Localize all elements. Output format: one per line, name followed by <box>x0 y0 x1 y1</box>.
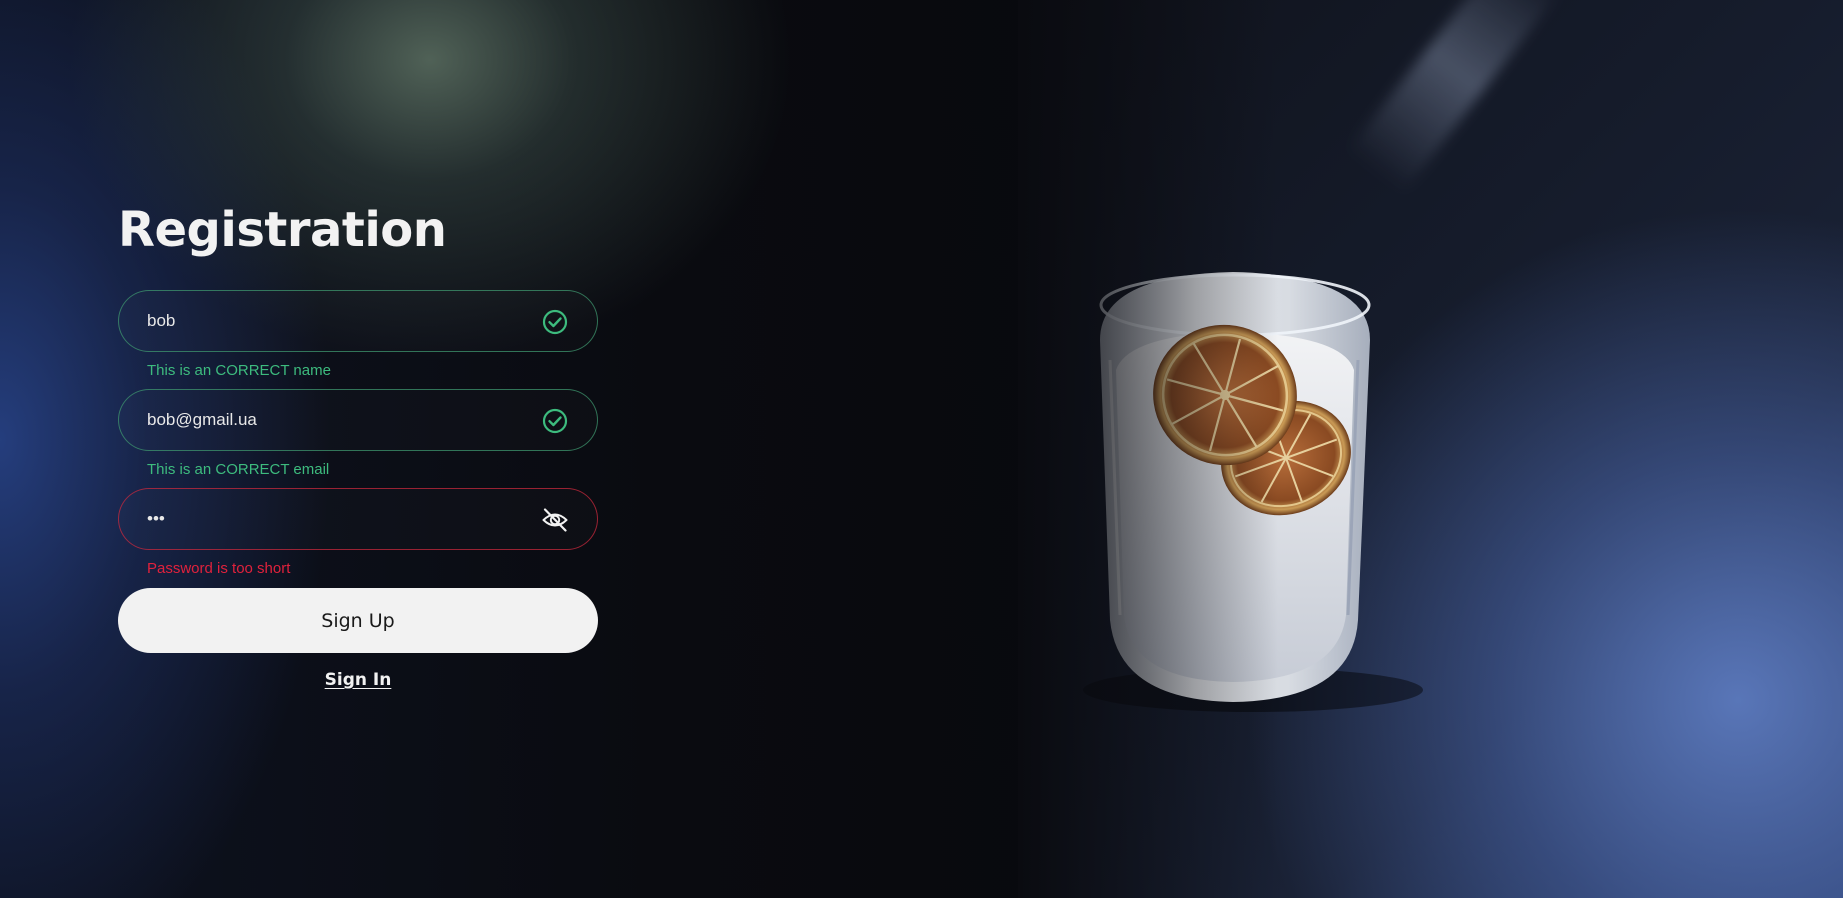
password-field[interactable] <box>118 488 598 550</box>
email-field[interactable] <box>118 389 598 451</box>
email-hint: This is an CORRECT email <box>147 461 330 478</box>
page-title: Registration <box>118 202 447 258</box>
check-circle-icon <box>542 408 568 434</box>
name-input[interactable] <box>147 291 527 351</box>
check-circle-icon <box>542 309 568 335</box>
sign-up-button[interactable]: Sign Up <box>118 588 598 653</box>
sign-in-link[interactable]: Sign In <box>118 668 598 692</box>
photo-fade <box>1018 0 1278 898</box>
password-hint: Password is too short <box>147 560 291 577</box>
email-input[interactable] <box>147 390 527 450</box>
name-field[interactable] <box>118 290 598 352</box>
eye-off-icon[interactable] <box>541 506 569 534</box>
name-hint: This is an CORRECT name <box>147 362 331 379</box>
registration-page: Registration This is an CORRECT name Thi… <box>0 0 1843 898</box>
password-input[interactable] <box>147 489 527 549</box>
